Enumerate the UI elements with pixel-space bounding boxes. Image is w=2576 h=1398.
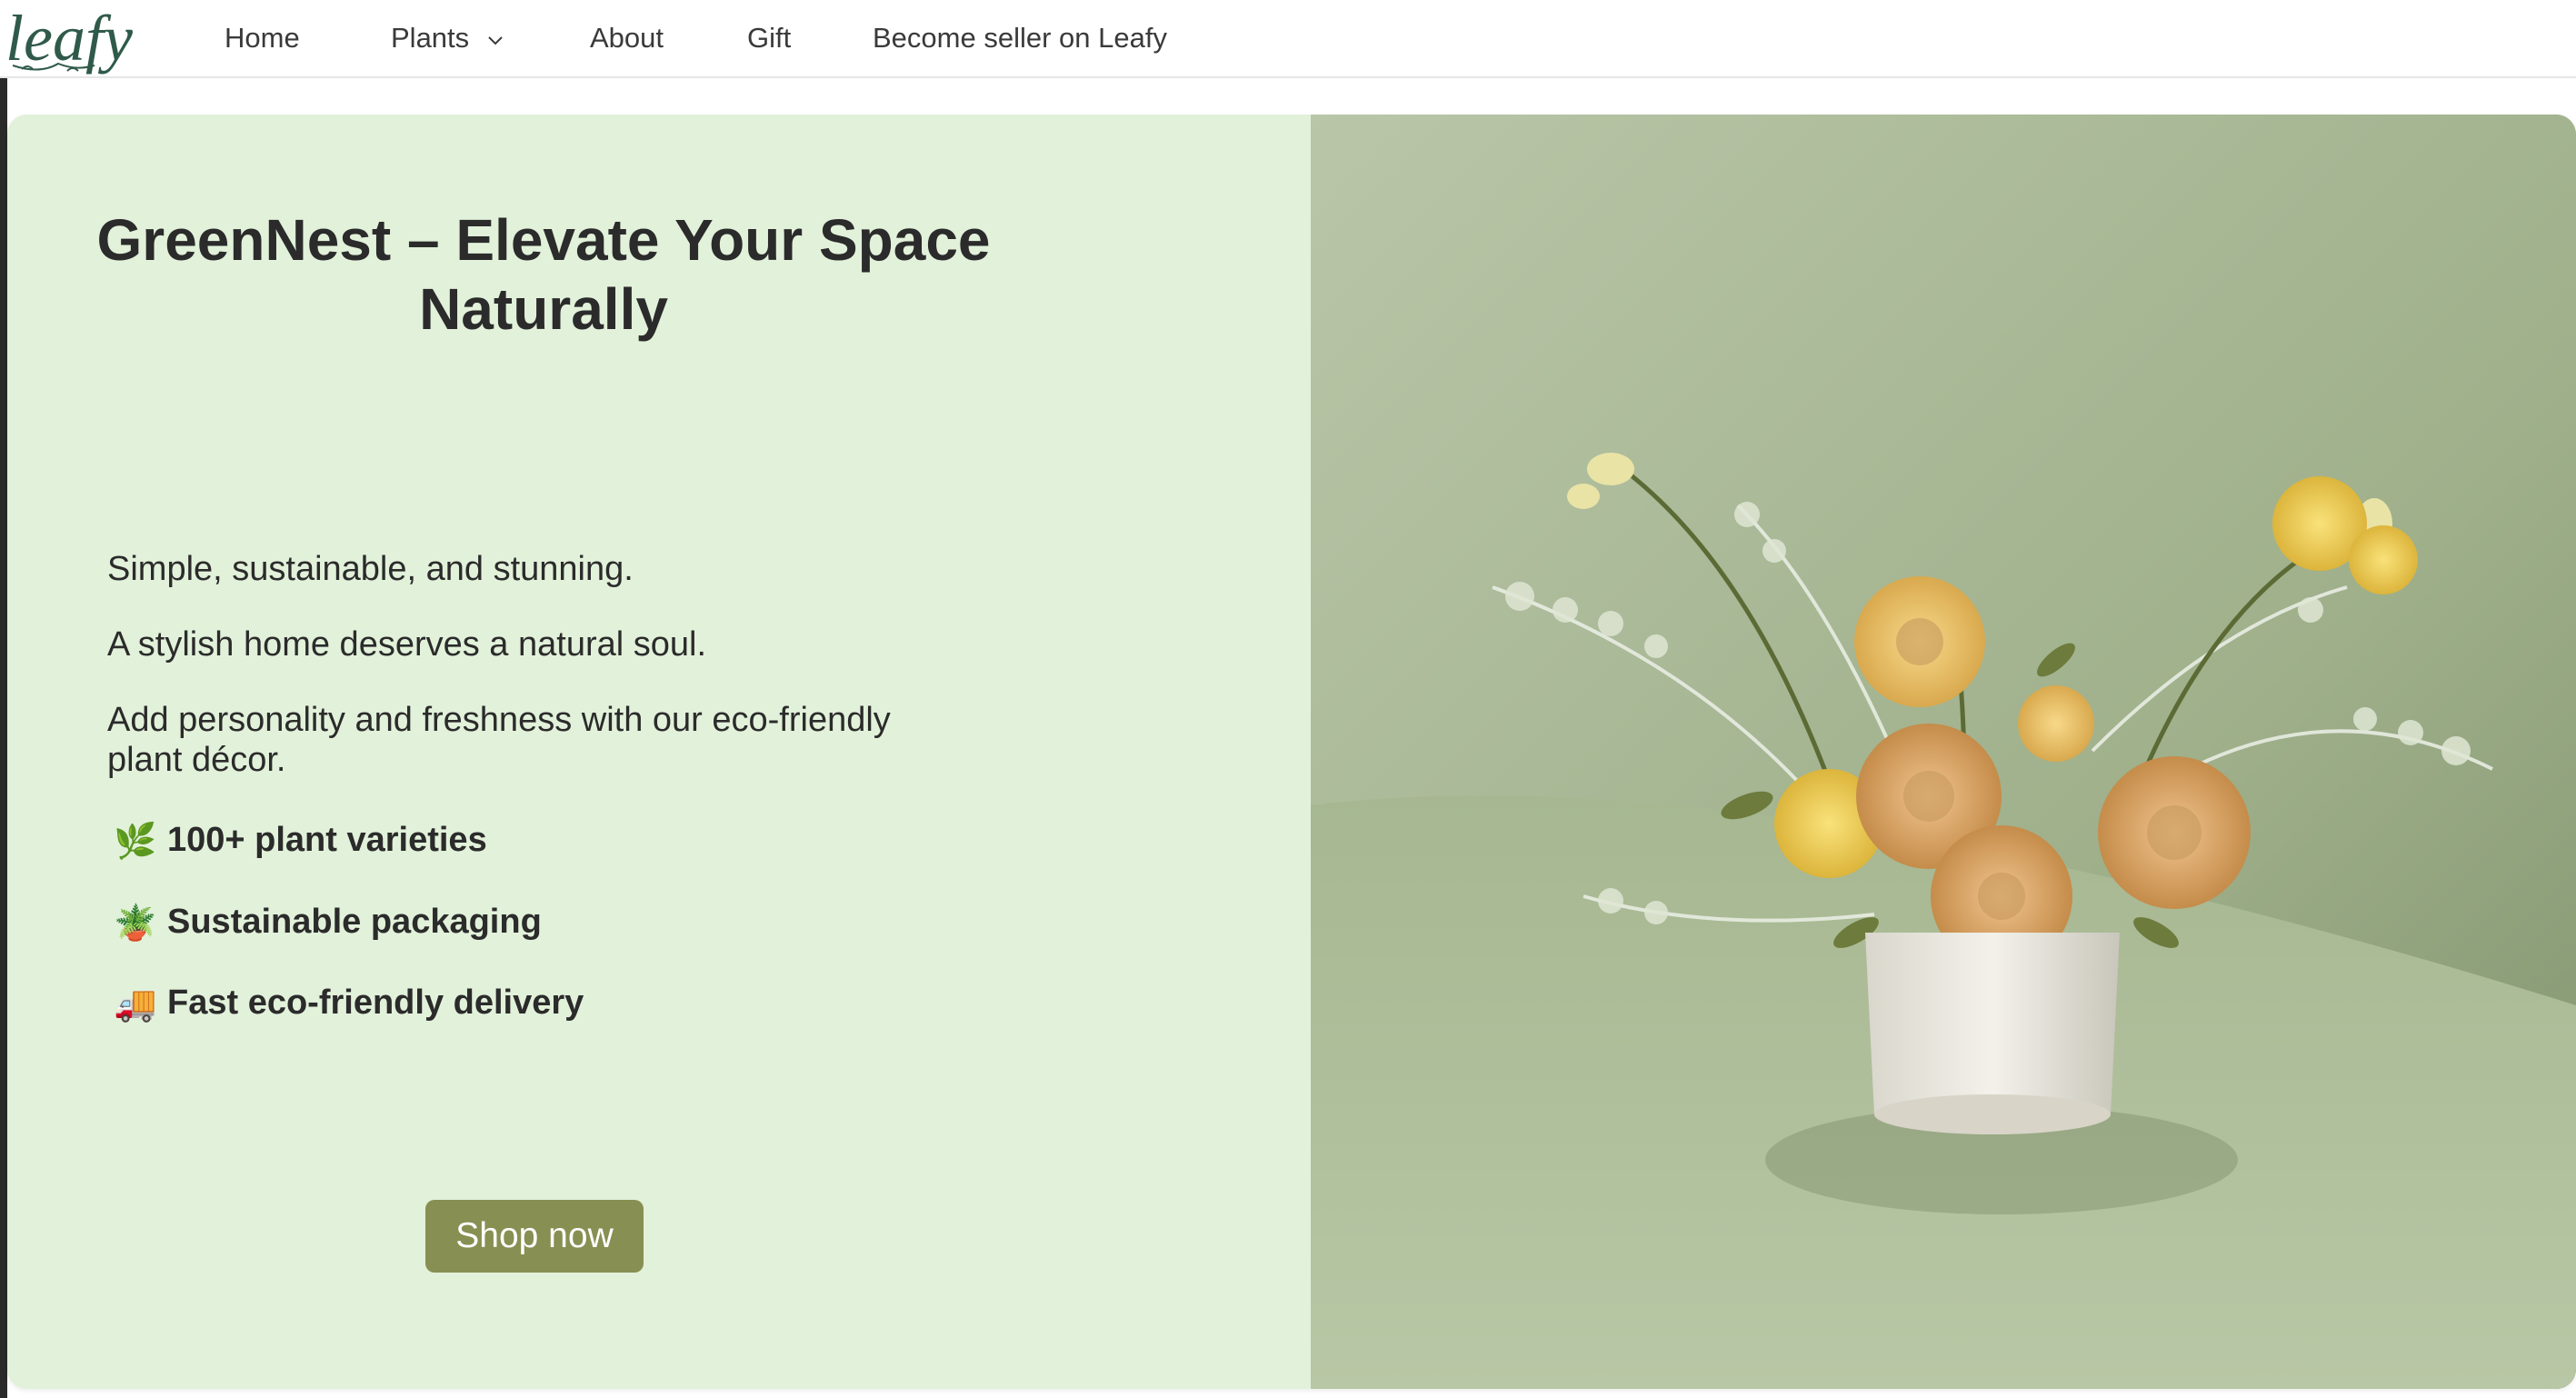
chevron-down-icon — [488, 18, 503, 55]
nav-about-link[interactable]: About — [590, 20, 664, 56]
hero-title: GreenNest – Elevate Your Space Naturally — [96, 207, 991, 342]
nav-become-seller-link[interactable]: Become seller on Leafy — [873, 20, 1167, 56]
feature-label: Fast eco-friendly delivery — [167, 984, 584, 1022]
delivery-truck-icon: 🚚 — [114, 984, 157, 1024]
hero-banner: GreenNest – Elevate Your Space Naturally… — [7, 115, 2576, 1389]
hero-paragraph: Add personality and freshness with our e… — [107, 701, 891, 779]
hero-paragraph: A stylish home deserves a natural soul. — [107, 625, 707, 664]
nav-home-link[interactable]: Home — [225, 20, 300, 56]
feature-item: 🌿 100+ plant varieties — [113, 820, 487, 862]
svg-text:leafy: leafy — [5, 2, 133, 75]
feature-label: 100+ plant varieties — [167, 821, 487, 859]
hero-text-panel: GreenNest – Elevate Your Space Naturally… — [7, 115, 1311, 1389]
flower-arrangement-image — [1311, 115, 2576, 1389]
shop-now-button[interactable]: Shop now — [425, 1200, 644, 1273]
nav-gift-link[interactable]: Gift — [747, 20, 791, 56]
page-edge — [0, 78, 7, 1398]
hero-paragraph: Simple, sustainable, and stunning. — [107, 550, 634, 588]
feature-item: 🪴 Sustainable packaging — [113, 902, 542, 944]
leafy-logo[interactable]: leafy — [4, 2, 155, 78]
feature-item: 🚚 Fast eco-friendly delivery — [113, 983, 584, 1024]
top-navbar: leafy Home Plants About Gift Become sell… — [0, 0, 2576, 78]
feature-label: Sustainable packaging — [167, 903, 542, 941]
potted-plant-icon: 🪴 — [114, 904, 157, 943]
nav-plants-label: Plants — [391, 22, 470, 54]
nav-plants-dropdown[interactable]: Plants — [391, 20, 503, 58]
herb-icon: 🌿 — [114, 822, 157, 861]
